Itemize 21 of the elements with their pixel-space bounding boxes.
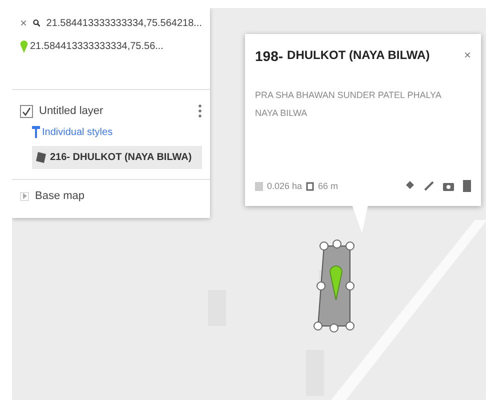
pencil-icon[interactable] — [424, 181, 434, 191]
popup-description: PRA SHA BHAWAN SUNDER PATEL PHALYA NAYA BILWA — [255, 89, 442, 120]
layer-checkbox[interactable] — [20, 104, 33, 118]
square-icon — [306, 182, 314, 190]
individual-styles-link[interactable]: Individual styles — [42, 126, 113, 138]
camera-icon[interactable] — [443, 181, 454, 191]
area-icon — [255, 182, 263, 190]
area-value: 0.026 ha — [267, 181, 302, 191]
search-query[interactable]: 21.584413333333334,75.564218... — [46, 18, 202, 28]
perimeter-value: 66 m — [318, 181, 338, 191]
close-button[interactable]: × — [464, 48, 471, 62]
close-button[interactable]: × — [20, 16, 28, 30]
more-icon[interactable] — [198, 104, 202, 118]
polygon-icon — [36, 152, 46, 163]
search-result[interactable]: 21.584413333333334,75.56... — [30, 41, 164, 52]
layer-title: Untitled layer — [39, 105, 104, 117]
search-icon — [33, 18, 40, 28]
popup-title: 198- DHULKOT (NAYA BILWA) — [255, 48, 430, 64]
pin-icon — [20, 40, 28, 53]
feature-item[interactable]: 216- DHULKOT (NAYA BILWA) — [32, 146, 202, 169]
base-map-label: Base map — [35, 190, 85, 202]
